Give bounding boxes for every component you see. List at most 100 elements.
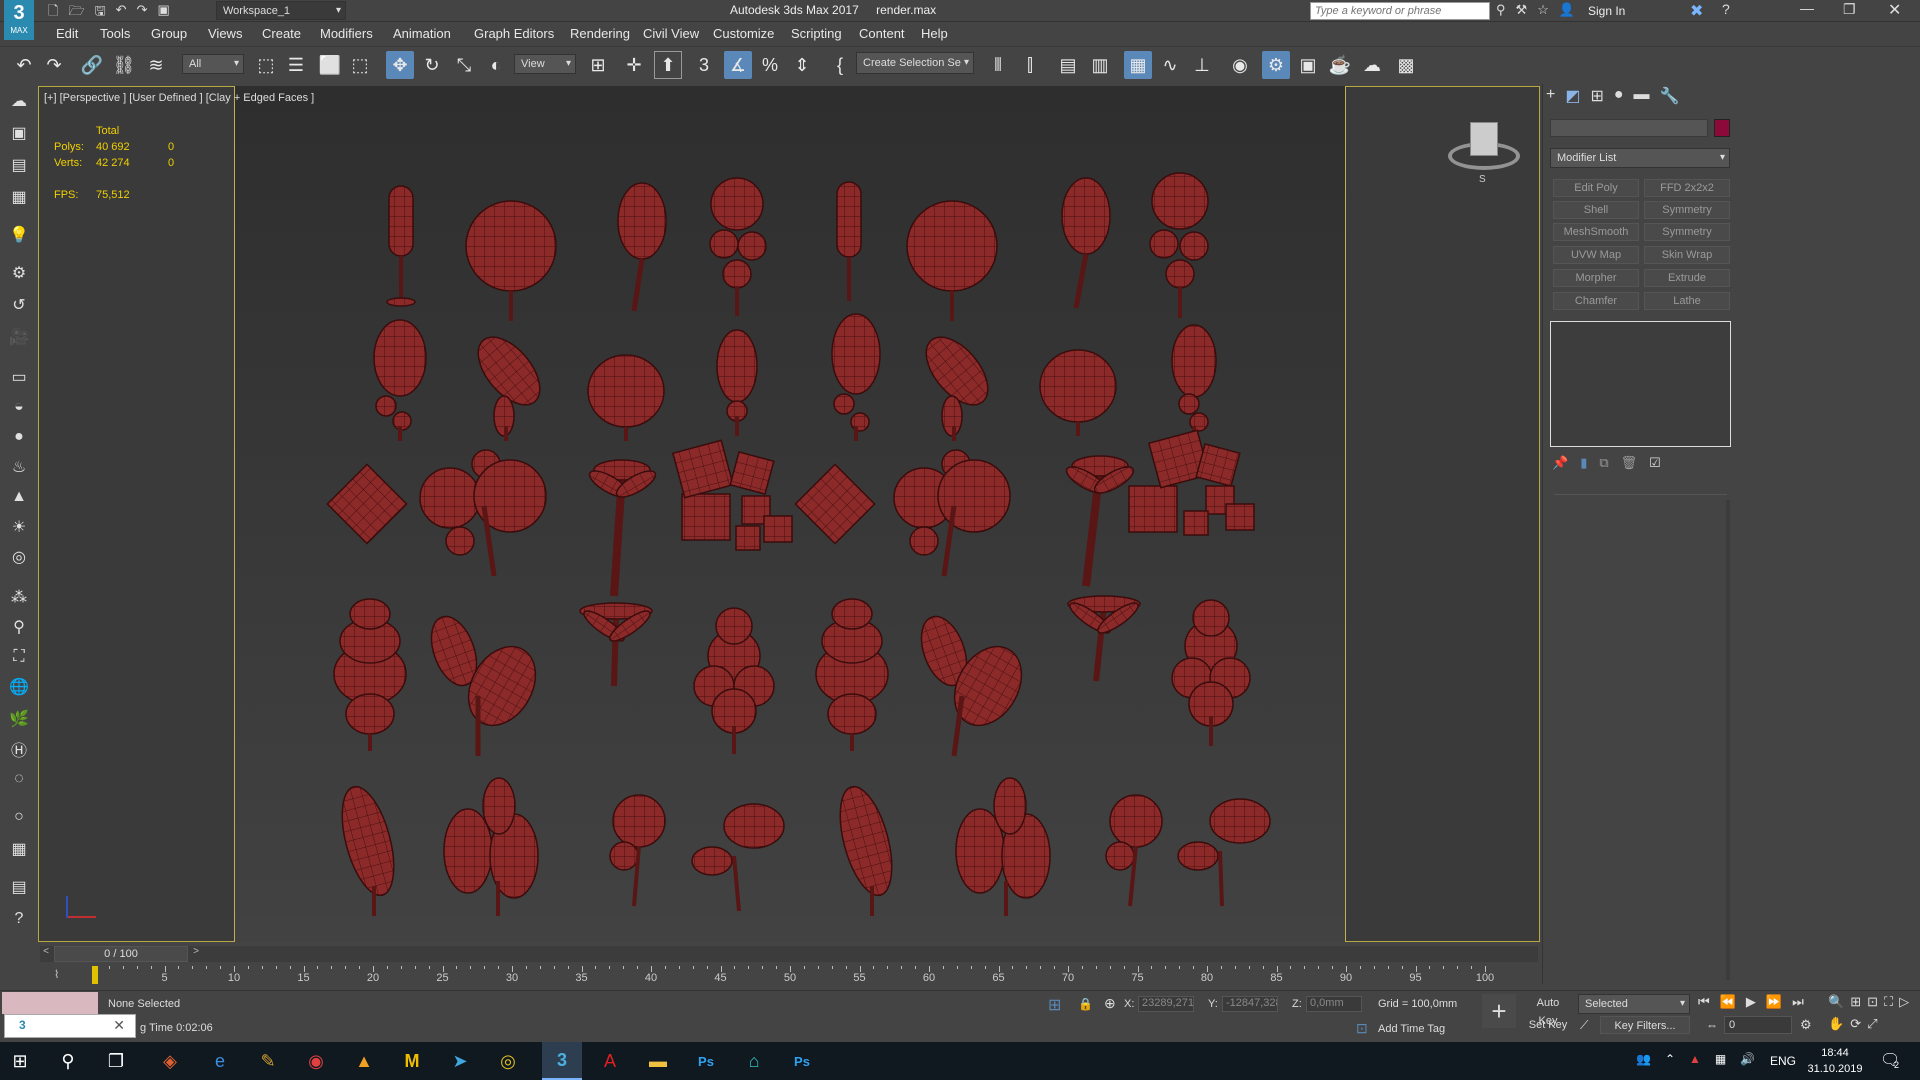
chrome-icon[interactable]: ◎	[488, 1042, 528, 1080]
menu-edit[interactable]: Edit	[56, 23, 78, 45]
app-logo[interactable]: 3 MAX	[4, 0, 34, 40]
trackbar[interactable]: ⌇ 5 10 15 20 25 30 35 40 45 50 55 60 65 70 75 80 85 90 95 1…	[36, 966, 1540, 988]
telegram-icon[interactable]: ➤	[440, 1042, 480, 1080]
select-object-icon[interactable]: ⬚	[252, 51, 280, 79]
modifier-chamfer-button[interactable]: Chamfer	[1553, 292, 1639, 310]
menu-create[interactable]: Create	[262, 23, 301, 45]
plant-model[interactable]	[691, 803, 785, 912]
material-editor-icon[interactable]: ◉	[1226, 51, 1254, 79]
plant-model[interactable]	[693, 607, 775, 754]
modifier-uvw-map-button[interactable]: UVW Map	[1553, 246, 1639, 264]
current-frame-marker[interactable]	[92, 966, 98, 984]
search-icon[interactable]: ⚲	[48, 1042, 88, 1080]
network-icon[interactable]: ▦	[1715, 1052, 1726, 1066]
plant-model[interactable]	[1105, 794, 1163, 907]
task-view-icon[interactable]: ❐	[96, 1042, 136, 1080]
zoom-extents-all-icon[interactable]: ⛶	[1884, 994, 1893, 1010]
pivot-center-icon[interactable]: ⊞	[584, 51, 612, 79]
user-icon[interactable]: 👤	[1559, 2, 1575, 18]
clock[interactable]: 18:44 31.10.2019	[1800, 1045, 1870, 1077]
menu-graph-editors[interactable]: Graph Editors	[474, 23, 554, 45]
plant-model[interactable]	[913, 610, 1035, 757]
close-window-icon[interactable]: ✕	[1888, 0, 1901, 20]
go-to-end-icon[interactable]: ⏭	[1792, 994, 1804, 1010]
modifier-stack-list[interactable]	[1550, 321, 1731, 447]
percent-snap-icon[interactable]: %	[756, 51, 784, 79]
set-key-button[interactable]: Set Key	[1526, 1016, 1570, 1034]
y-coord-field[interactable]: -12847,328	[1222, 996, 1278, 1012]
display-tab-icon[interactable]: ▬	[1634, 86, 1650, 106]
modifier-skin-wrap-button[interactable]: Skin Wrap	[1644, 246, 1730, 264]
sign-in-link[interactable]: Sign In	[1588, 4, 1625, 18]
orbit-icon[interactable]: ⟳	[1850, 1016, 1861, 1032]
app-icon-5[interactable]: ⌂	[734, 1042, 774, 1080]
plant-model[interactable]	[332, 781, 403, 916]
scene-explorer-icon[interactable]: ▤	[1054, 51, 1082, 79]
plant-model[interactable]	[1171, 324, 1217, 441]
restore-window-icon[interactable]: ❐	[1843, 1, 1856, 18]
time-config-icon[interactable]: ⚙	[1800, 1017, 1812, 1033]
snaps-toggle-icon[interactable]: 3	[690, 51, 718, 79]
biped-icon[interactable]: ⛶	[6, 644, 32, 670]
dome-icon[interactable]: ◒	[6, 394, 32, 420]
current-frame-spinner[interactable]: 0	[1724, 1016, 1792, 1034]
isolate-selection-icon[interactable]: ⊞	[1048, 995, 1061, 1015]
container-icon[interactable]: ▣	[6, 120, 32, 146]
light-icon[interactable]: 💡	[6, 222, 32, 248]
plant-model[interactable]	[466, 326, 551, 441]
modifier-shell-button[interactable]: Shell	[1553, 201, 1639, 219]
menu-group[interactable]: Group	[151, 23, 187, 45]
plant-model[interactable]	[1039, 349, 1117, 436]
3dsmax-taskbar-icon[interactable]: 3	[542, 1042, 582, 1080]
plant-model[interactable]	[1171, 599, 1251, 746]
hierarchy-tab-icon[interactable]: ⊞	[1590, 86, 1603, 106]
z-coord-field[interactable]: 0,0mm	[1306, 996, 1362, 1012]
plant-icon[interactable]: 🌿	[6, 706, 32, 732]
project-icon[interactable]: ▣	[157, 2, 169, 20]
plant-model[interactable]	[386, 185, 416, 307]
teapot-icon[interactable]: ♨	[6, 454, 32, 480]
key-mode-toggle-icon[interactable]: ⇔	[1706, 1018, 1718, 1032]
select-by-name-icon[interactable]: ☰	[282, 51, 310, 79]
taskbar-preview-thumb[interactable]: 3 ✕	[4, 1014, 136, 1038]
plant-model[interactable]	[955, 777, 1051, 916]
select-and-place-icon[interactable]: ◐	[482, 51, 510, 79]
configure-modifier-sets-icon[interactable]: ☑	[1649, 455, 1661, 471]
next-frame-arrow-icon[interactable]: >	[190, 946, 202, 962]
sun-icon[interactable]: ☀	[6, 514, 32, 540]
clipboard-icon[interactable]: ▤	[6, 874, 32, 900]
render-shortcuts-icon[interactable]: ▩	[1392, 51, 1420, 79]
menu-content[interactable]: Content	[859, 23, 905, 45]
question-icon[interactable]: ?	[6, 906, 32, 932]
app-icon-2[interactable]: ✎	[248, 1042, 288, 1080]
manipulate-icon[interactable]: ✛	[620, 51, 648, 79]
undo-scene-icon[interactable]: ↺	[6, 292, 32, 318]
modifier-extrude-button[interactable]: Extrude	[1644, 269, 1730, 287]
cone-icon[interactable]: ▲	[6, 484, 32, 510]
close-thumb-icon[interactable]: ✕	[113, 1017, 125, 1034]
plant-model[interactable]	[465, 200, 557, 321]
utilities-tab-icon[interactable]: 🔧	[1660, 86, 1680, 106]
reference-coordinate-dropdown[interactable]: View	[514, 54, 576, 74]
render-in-cloud-icon[interactable]: ☁	[1358, 51, 1386, 79]
workspace-dropdown[interactable]: Workspace_1	[216, 1, 346, 20]
plant-model[interactable]	[709, 177, 767, 316]
selection-filter-dropdown[interactable]: All	[182, 54, 244, 74]
plant-model[interactable]	[836, 181, 862, 301]
acrobat-icon[interactable]: A	[590, 1042, 630, 1080]
plant-model[interactable]	[914, 326, 999, 441]
help-search-input[interactable]	[1310, 2, 1490, 20]
modifier-symmetry-button-2[interactable]: Symmetry	[1644, 223, 1730, 241]
bind-space-warp-icon[interactable]: ≋	[142, 51, 170, 79]
time-slider-thumb[interactable]: 0 / 100	[54, 946, 188, 962]
plant-model[interactable]	[906, 200, 998, 321]
toggle-ribbon-icon[interactable]: ▦	[1124, 51, 1152, 79]
plant-model[interactable]	[893, 449, 1011, 577]
edge-browser-icon[interactable]: e	[200, 1042, 240, 1080]
menu-modifiers[interactable]: Modifiers	[320, 23, 373, 45]
modifier-list-dropdown[interactable]: Modifier List	[1550, 148, 1730, 168]
viewcube-box[interactable]	[1470, 122, 1498, 156]
photoshop-icon-2[interactable]: Ps	[782, 1042, 822, 1080]
plant-model[interactable]	[587, 354, 665, 441]
world-icon[interactable]: 🌐	[6, 674, 32, 700]
